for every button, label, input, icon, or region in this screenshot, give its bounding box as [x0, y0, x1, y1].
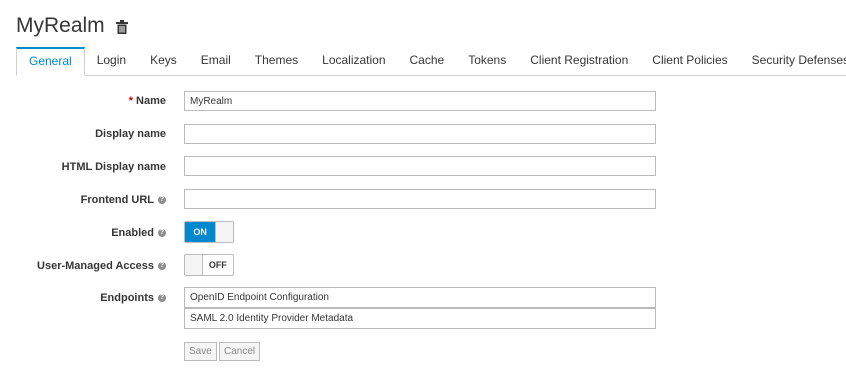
tab-cache[interactable]: Cache: [398, 47, 457, 74]
question-circle-icon[interactable]: ?: [158, 262, 166, 270]
toggle-knob: [185, 255, 203, 275]
tab-keys[interactable]: Keys: [138, 47, 189, 74]
display-name-label-text: Display name: [95, 128, 166, 140]
frontend-url-label: Frontend URL ?: [81, 194, 166, 206]
endpoint-link-openid[interactable]: OpenID Endpoint Configuration: [184, 287, 656, 308]
endpoint-link-saml[interactable]: SAML 2.0 Identity Provider Metadata: [184, 308, 656, 329]
display-name-input[interactable]: [184, 124, 656, 144]
enabled-label: Enabled ?: [111, 227, 166, 239]
user-managed-access-label-text: User-Managed Access: [37, 260, 154, 272]
tab-email[interactable]: Email: [189, 47, 243, 74]
name-label-text: Name: [136, 95, 166, 107]
question-circle-icon[interactable]: ?: [158, 196, 166, 204]
html-display-name-label-text: HTML Display name: [61, 161, 166, 173]
user-managed-access-toggle-state: OFF: [208, 260, 227, 270]
endpoints-label: Endpoints ?: [100, 292, 166, 304]
tab-client-policies[interactable]: Client Policies: [640, 47, 739, 74]
endpoints-label-text: Endpoints: [100, 292, 154, 304]
tab-login[interactable]: Login: [85, 47, 138, 74]
question-circle-icon[interactable]: ?: [158, 294, 166, 302]
tab-localization[interactable]: Localization: [310, 47, 397, 74]
realm-settings-tabs: General Login Keys Email Themes Localiza…: [16, 47, 846, 76]
enabled-toggle-state: ON: [185, 222, 216, 242]
name-input[interactable]: [184, 91, 656, 111]
frontend-url-input[interactable]: [184, 189, 656, 209]
realm-header: MyRealm: [16, 14, 128, 38]
tab-security-defenses[interactable]: Security Defenses: [740, 47, 846, 74]
trash-icon[interactable]: [115, 20, 128, 34]
tab-tokens[interactable]: Tokens: [456, 47, 518, 74]
frontend-url-label-text: Frontend URL: [80, 194, 154, 206]
user-managed-access-label: User-Managed Access ?: [37, 260, 166, 272]
page-title: MyRealm: [16, 14, 105, 37]
required-marker: *: [128, 95, 134, 107]
display-name-label: Display name: [95, 128, 166, 140]
user-managed-access-toggle[interactable]: OFF: [184, 254, 234, 276]
html-display-name-label: HTML Display name: [62, 161, 166, 173]
tab-general[interactable]: General: [16, 47, 85, 76]
enabled-toggle[interactable]: ON: [184, 221, 234, 243]
name-label: * Name: [129, 95, 166, 107]
enabled-label-text: Enabled: [111, 227, 154, 239]
cancel-button[interactable]: Cancel: [219, 342, 261, 361]
tab-themes[interactable]: Themes: [243, 47, 310, 74]
question-circle-icon[interactable]: ?: [158, 229, 166, 237]
save-button[interactable]: Save: [184, 342, 217, 361]
html-display-name-input[interactable]: [184, 156, 656, 176]
toggle-knob: [215, 222, 233, 242]
tab-client-registration[interactable]: Client Registration: [518, 47, 640, 74]
